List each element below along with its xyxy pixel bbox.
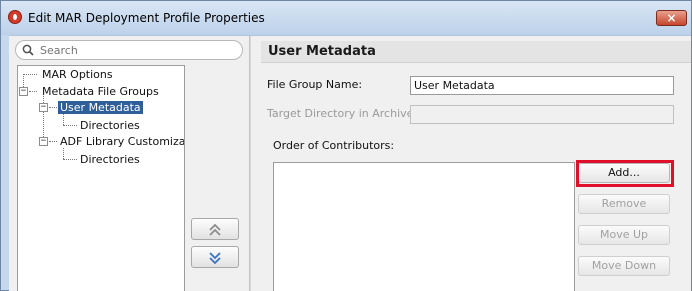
- tree-connector: [23, 74, 37, 75]
- search-icon: [22, 44, 34, 56]
- remove-button[interactable]: Remove: [578, 194, 670, 214]
- target-directory-label: Target Directory in Archive:: [267, 107, 418, 120]
- collapse-icon[interactable]: −: [39, 137, 48, 146]
- tree-item-mar-options[interactable]: MAR Options: [40, 67, 115, 82]
- tree-connector: [29, 91, 37, 92]
- tree-item-label: User Metadata: [58, 101, 143, 114]
- section-title: User Metadata: [268, 44, 376, 59]
- tree-item-directories[interactable]: Directories: [78, 118, 142, 133]
- tree-item-label: MAR Options: [42, 68, 113, 81]
- dialog-content: MAR Options − Metadata File Groups − Use…: [9, 35, 691, 291]
- tree-item-label: Metadata File Groups: [42, 85, 159, 98]
- close-button[interactable]: ×: [656, 10, 687, 26]
- window-title: Edit MAR Deployment Profile Properties: [28, 11, 265, 25]
- double-chevron-down-icon: [209, 252, 221, 265]
- move-item-down-button[interactable]: [191, 246, 239, 268]
- title-bar[interactable]: Edit MAR Deployment Profile Properties ×: [1, 1, 691, 35]
- contributors-list[interactable]: [273, 162, 575, 291]
- search-box[interactable]: [15, 40, 243, 60]
- tree-item-user-metadata[interactable]: User Metadata: [58, 100, 143, 115]
- tree-connector: [63, 125, 77, 126]
- tree-item-label: Directories: [80, 119, 140, 132]
- tree-connector: [63, 148, 64, 159]
- tree-item-directories[interactable]: Directories: [78, 152, 142, 167]
- app-logo-icon: [8, 10, 22, 24]
- tree-connector: [49, 107, 57, 108]
- tree-connector: [63, 114, 64, 125]
- navigation-tree: MAR Options − Metadata File Groups − Use…: [17, 65, 185, 291]
- move-item-up-button[interactable]: [191, 218, 239, 240]
- section-header: User Metadata: [261, 41, 691, 63]
- move-up-button[interactable]: Move Up: [578, 225, 670, 245]
- tree-connector: [63, 159, 77, 160]
- search-input[interactable]: [40, 43, 236, 57]
- tree-connector: [49, 141, 57, 142]
- highlight-annotation: [576, 160, 674, 187]
- double-chevron-up-icon: [209, 223, 221, 236]
- file-group-name-label: File Group Name:: [267, 78, 363, 91]
- dialog-window: Edit MAR Deployment Profile Properties ×…: [0, 0, 692, 291]
- collapse-icon[interactable]: −: [39, 103, 48, 112]
- tree-item-label: Directories: [80, 153, 140, 166]
- file-group-name-field[interactable]: [410, 76, 674, 95]
- tree-item-metadata-file-groups[interactable]: Metadata File Groups: [40, 84, 161, 99]
- target-directory-field[interactable]: [410, 105, 674, 124]
- move-down-button[interactable]: Move Down: [578, 256, 670, 276]
- contributors-label: Order of Contributors:: [273, 139, 395, 152]
- tree-item-adf-library-customization[interactable]: ADF Library Customization: [58, 134, 185, 149]
- pane-divider[interactable]: [249, 36, 251, 291]
- collapse-icon[interactable]: −: [19, 87, 28, 96]
- tree-item-label: ADF Library Customization: [60, 135, 185, 148]
